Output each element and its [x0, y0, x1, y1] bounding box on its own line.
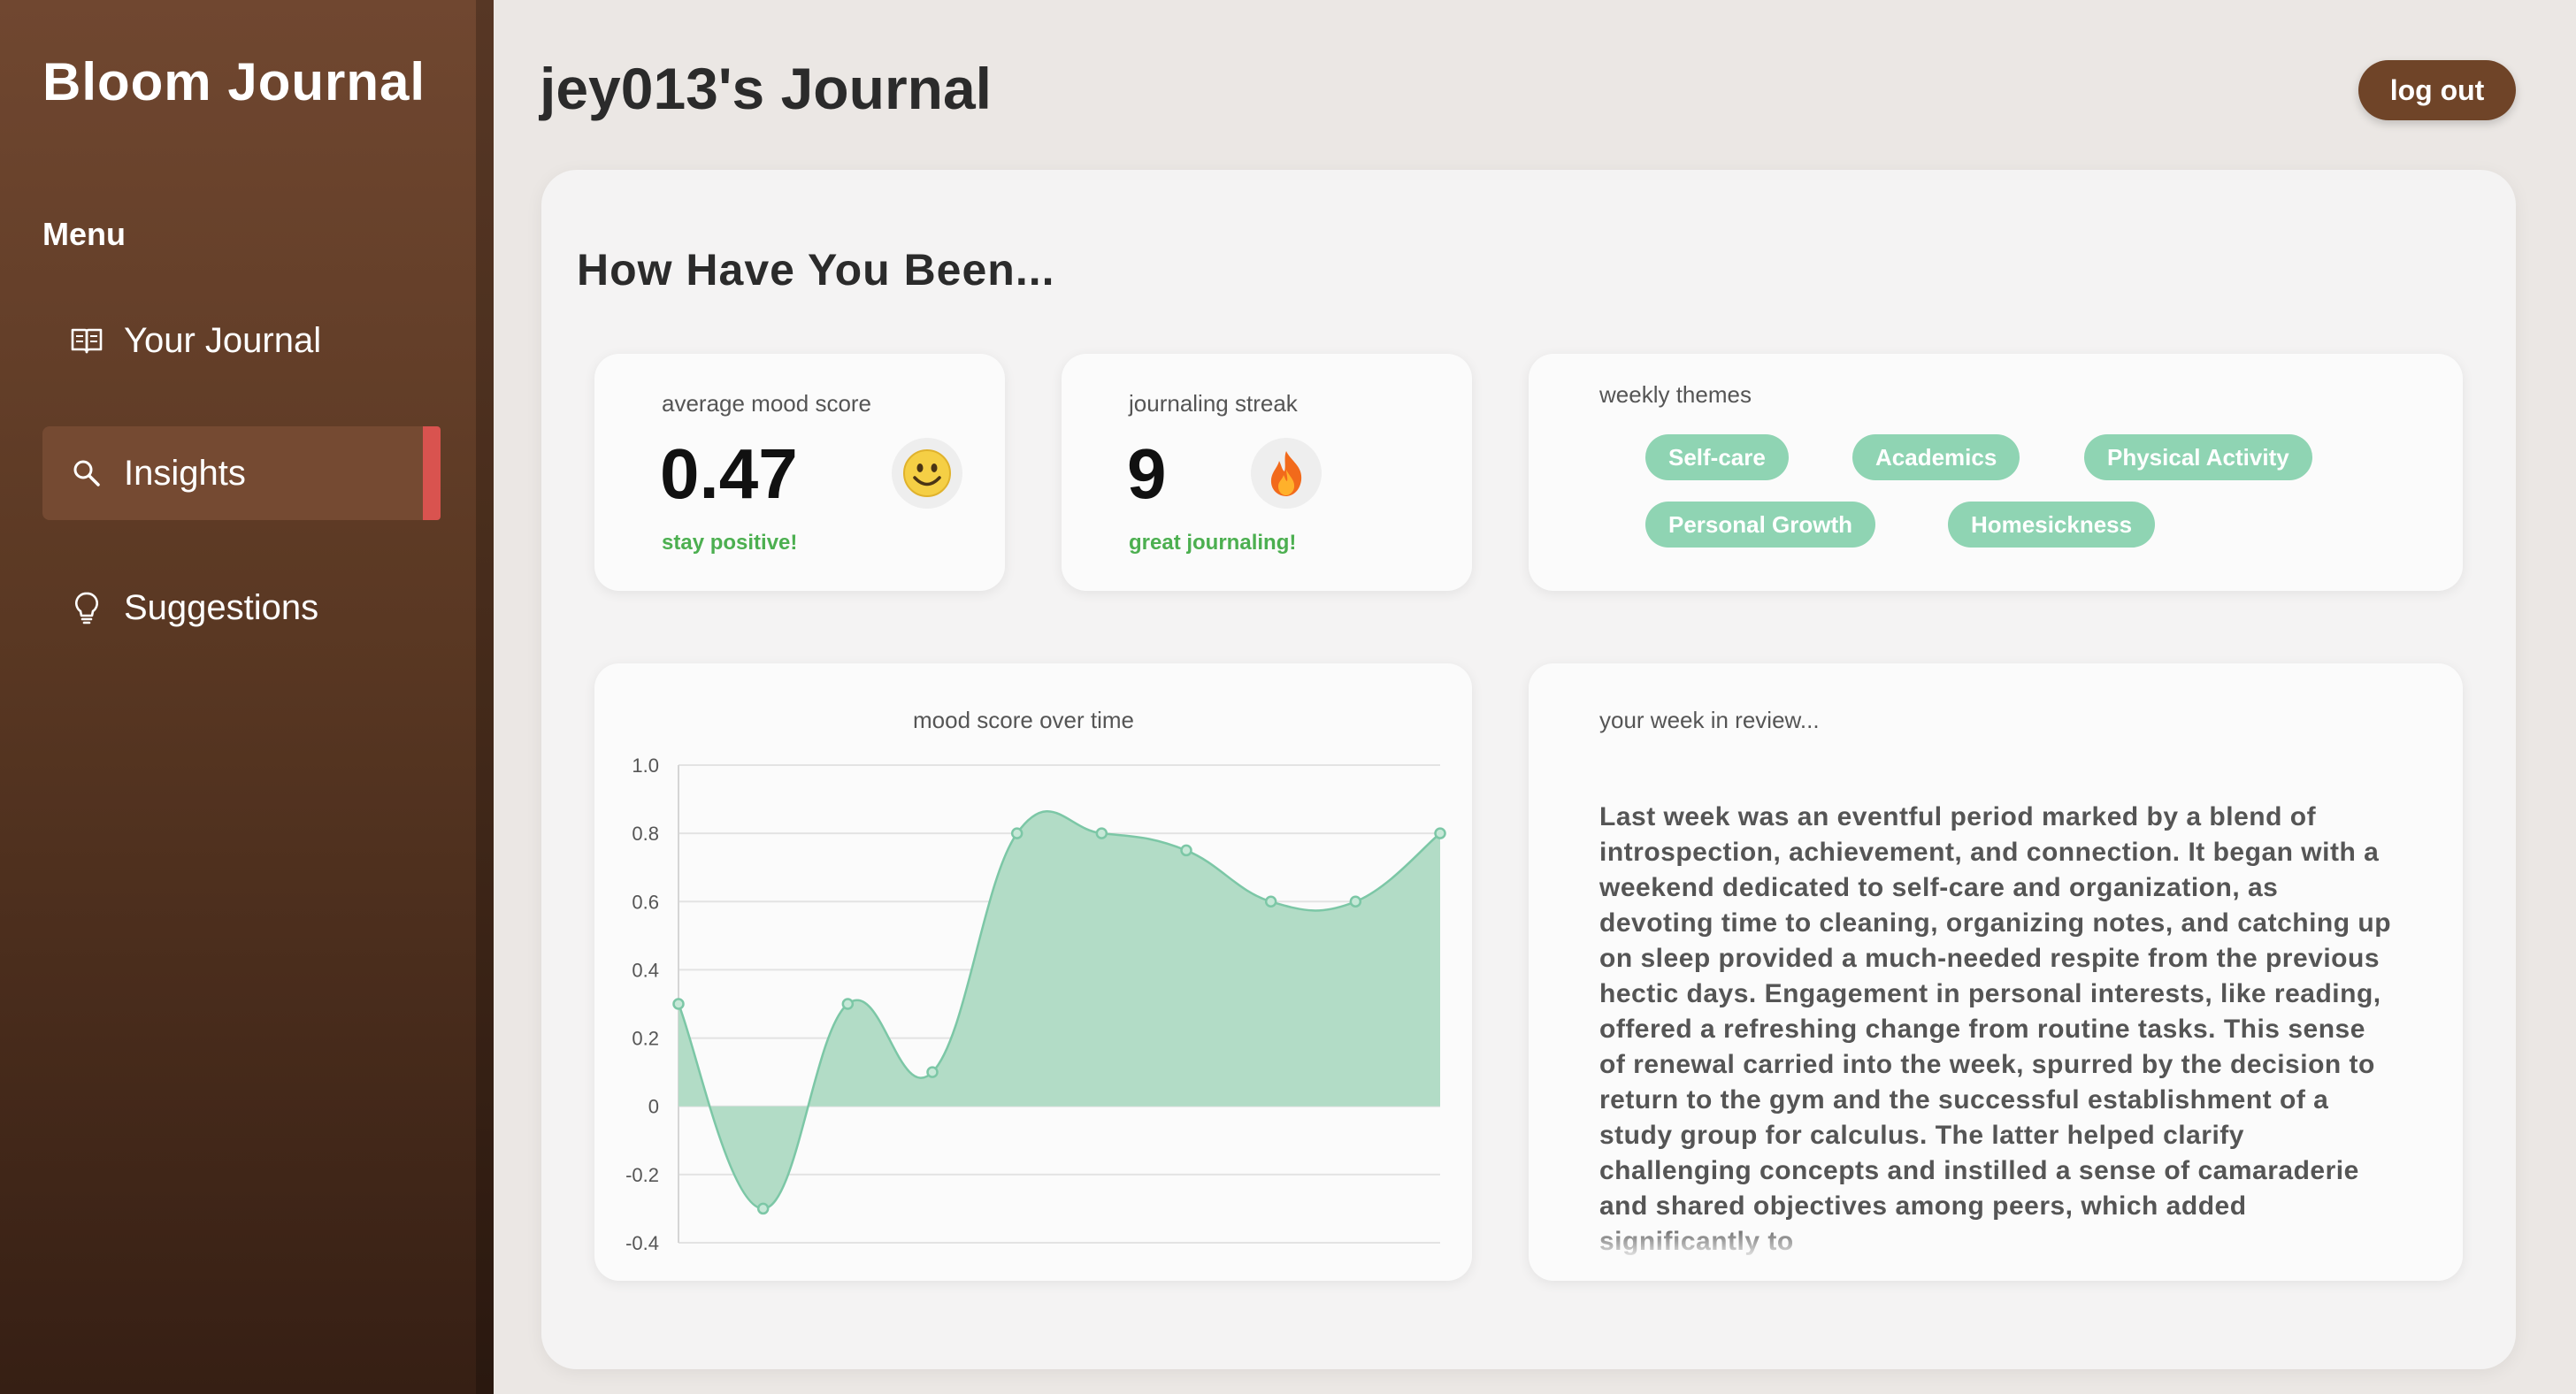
- theme-tag-academics[interactable]: Academics: [1852, 434, 2020, 480]
- mood-score-value: 0.47: [660, 434, 798, 513]
- y-tick-label: 0.4: [632, 959, 659, 981]
- active-indicator: [423, 426, 441, 520]
- chart-title: mood score over time: [913, 707, 1134, 733]
- y-tick-label: 0.8: [632, 823, 659, 845]
- y-tick-label: 0: [648, 1096, 659, 1118]
- y-tick-label: -0.4: [625, 1232, 659, 1254]
- menu-heading: Menu: [42, 216, 126, 252]
- data-point: [841, 998, 855, 1010]
- y-tick-label: 1.0: [632, 754, 659, 777]
- section-title: How Have You Been...: [577, 245, 1055, 295]
- streak-value: 9: [1127, 434, 1167, 513]
- mood-score-label: average mood score: [662, 390, 872, 417]
- page-title: jey013's Journal: [540, 56, 992, 121]
- logout-button[interactable]: log out: [2358, 60, 2516, 120]
- theme-tag-self-care[interactable]: Self-care: [1645, 434, 1789, 480]
- data-point: [756, 1202, 770, 1215]
- mood-area-fill: [678, 811, 1440, 1209]
- theme-tag-physical-activity[interactable]: Physical Activity: [2084, 434, 2312, 480]
- app-root: Bloom Journal Menu Your Journal Insights…: [0, 0, 2576, 1394]
- mood-score-note: stay positive!: [662, 531, 798, 555]
- book-icon: [69, 323, 104, 358]
- streak-note: great journaling!: [1129, 531, 1297, 555]
- week-review-text: Last week was an eventful period marked …: [1599, 802, 2392, 1256]
- sidebar-item-label: Suggestions: [124, 587, 319, 627]
- y-tick-label: 0.6: [632, 891, 659, 913]
- review-text-fade: [1599, 1224, 2396, 1256]
- data-point: [1434, 827, 1446, 839]
- theme-tag-personal-growth[interactable]: Personal Growth: [1645, 502, 1876, 548]
- fire-icon: [1251, 438, 1322, 509]
- weekly-themes-label: weekly themes: [1599, 381, 1752, 408]
- data-point: [1349, 895, 1362, 908]
- mood-score-chart: 1.0 0.8 0.6 0.4 0.2 0 -0.2 -0.4: [625, 754, 1446, 1254]
- streak-label: journaling streak: [1129, 390, 1298, 417]
- y-tick-label: 0.2: [632, 1028, 659, 1050]
- sidebar-item-label: Insights: [124, 453, 246, 493]
- search-icon: [69, 456, 104, 491]
- lightbulb-icon: [69, 590, 104, 625]
- sidebar-item-insights[interactable]: Insights: [42, 426, 441, 520]
- data-point: [1010, 827, 1024, 839]
- data-point: [1180, 844, 1192, 857]
- sidebar: Bloom Journal Menu Your Journal Insights…: [0, 0, 494, 1394]
- sidebar-shadow-edge: [476, 0, 494, 1394]
- data-point: [1095, 827, 1108, 839]
- data-point: [926, 1066, 939, 1078]
- theme-tag-homesickness[interactable]: Homesickness: [1948, 502, 2156, 548]
- data-point: [672, 998, 685, 1010]
- y-tick-label: -0.2: [625, 1164, 659, 1186]
- smiley-icon: [892, 438, 962, 509]
- data-point: [1264, 895, 1277, 908]
- sidebar-item-label: Your Journal: [124, 320, 322, 360]
- sidebar-item-your-journal[interactable]: Your Journal: [42, 294, 441, 387]
- sidebar-item-suggestions[interactable]: Suggestions: [42, 561, 441, 655]
- brand-logo[interactable]: Bloom Journal: [42, 51, 426, 112]
- week-review-label: your week in review...: [1599, 707, 1820, 733]
